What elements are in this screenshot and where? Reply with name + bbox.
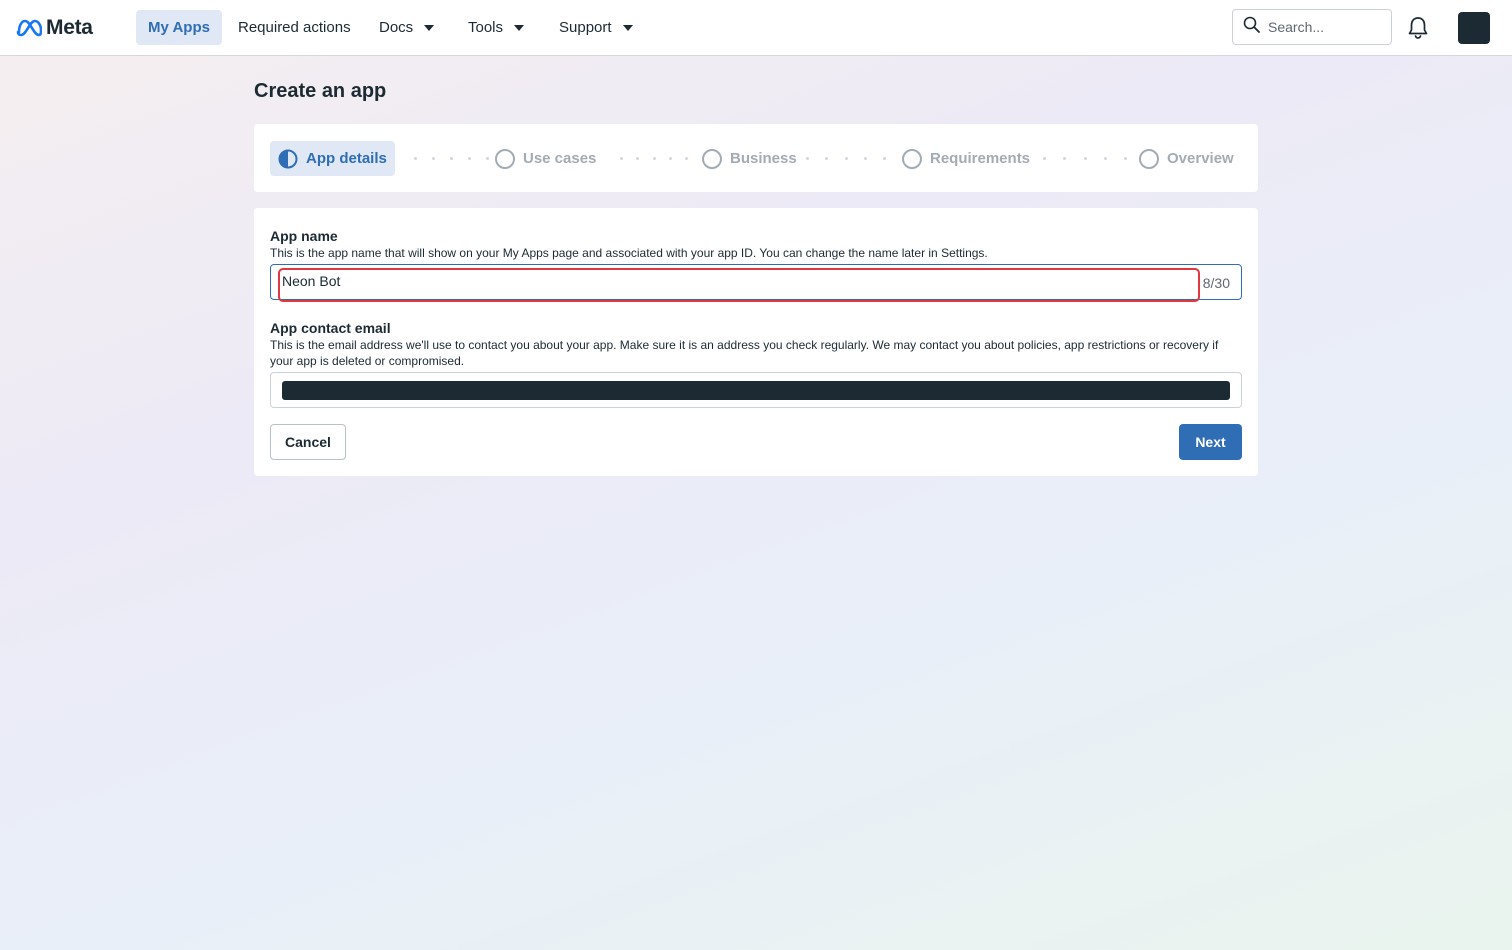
- app-name-field[interactable]: 8/30: [270, 264, 1242, 300]
- nav-my-apps-label: My Apps: [148, 19, 210, 36]
- step-overview[interactable]: Overview: [1139, 141, 1234, 176]
- char-counter: 8/30: [1202, 275, 1230, 291]
- contact-email-field[interactable]: [270, 372, 1242, 408]
- step-connector: [414, 157, 489, 161]
- create-app-form: App name This is the app name that will …: [254, 208, 1258, 476]
- step-app-details-label: App details: [306, 150, 387, 167]
- redacted-email-value: [282, 381, 1230, 400]
- nav-docs[interactable]: Docs: [367, 10, 446, 45]
- step-connector: [620, 157, 688, 161]
- caret-down-icon: [622, 25, 633, 31]
- step-connector: [806, 157, 886, 161]
- nav-tools-label: Tools: [468, 19, 504, 36]
- step-business[interactable]: Business: [702, 141, 797, 176]
- app-name-input[interactable]: [282, 273, 1182, 289]
- half-circle-icon: [278, 149, 298, 169]
- nav-my-apps[interactable]: My Apps: [136, 10, 222, 45]
- page-title: Create an app: [254, 80, 387, 102]
- step-app-details[interactable]: App details: [270, 141, 395, 176]
- top-nav-bar: Meta My Apps Required actions Docs Tools…: [0, 0, 1512, 56]
- meta-logo-text: Meta: [46, 16, 93, 39]
- step-requirements-label: Requirements: [930, 150, 1031, 167]
- search-input[interactable]: [1268, 19, 1378, 35]
- caret-down-icon: [424, 25, 435, 31]
- avatar[interactable]: [1458, 12, 1490, 44]
- app-name-label: App name: [270, 228, 338, 244]
- meta-logo[interactable]: Meta: [16, 15, 93, 41]
- circle-icon: [495, 148, 515, 169]
- nav-docs-label: Docs: [379, 19, 414, 36]
- nav-tools[interactable]: Tools: [456, 10, 536, 45]
- nav-required-actions-label: Required actions: [238, 19, 351, 36]
- circle-icon: [702, 148, 722, 169]
- caret-down-icon: [514, 25, 525, 31]
- meta-logo-icon: [16, 19, 42, 37]
- stepper: App details Use cases Business Requireme…: [254, 124, 1258, 192]
- nav-support[interactable]: Support: [547, 10, 645, 45]
- circle-icon: [902, 148, 922, 169]
- step-requirements[interactable]: Requirements: [902, 141, 1030, 176]
- bell-icon[interactable]: [1407, 16, 1429, 40]
- search-icon: [1243, 16, 1260, 38]
- cancel-button[interactable]: Cancel: [270, 424, 346, 460]
- nav-support-label: Support: [559, 19, 612, 36]
- search-box[interactable]: [1232, 9, 1392, 45]
- contact-email-label: App contact email: [270, 320, 391, 336]
- nav-required-actions[interactable]: Required actions: [226, 10, 363, 45]
- contact-email-help: This is the email address we'll use to c…: [270, 338, 1219, 368]
- step-use-cases-label: Use cases: [523, 150, 597, 167]
- step-business-label: Business: [730, 150, 797, 167]
- circle-icon: [1139, 148, 1159, 169]
- next-button[interactable]: Next: [1179, 424, 1242, 460]
- app-name-help: This is the app name that will show on y…: [270, 246, 988, 260]
- step-connector: [1043, 157, 1127, 161]
- step-overview-label: Overview: [1167, 150, 1234, 167]
- step-use-cases[interactable]: Use cases: [495, 141, 596, 176]
